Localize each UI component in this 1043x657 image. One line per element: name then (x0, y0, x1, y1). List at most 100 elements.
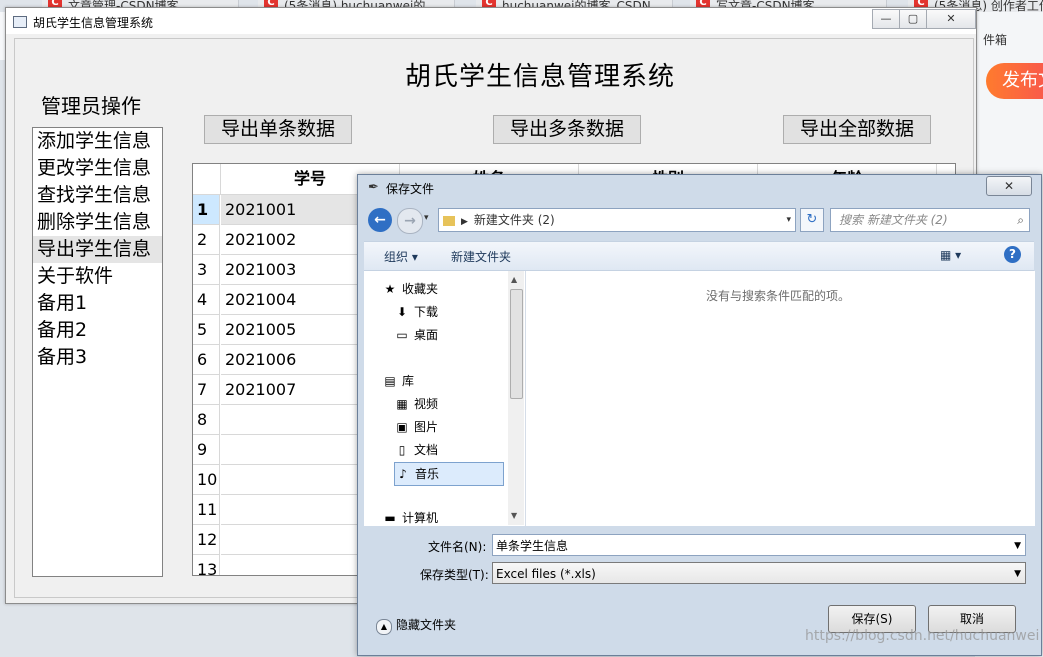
menu-item-add[interactable]: 添加学生信息 (33, 128, 162, 155)
nav-item-icon: ♪ (399, 467, 407, 481)
maximize-icon: ▢ (907, 12, 919, 25)
maximize-button[interactable]: ▢ (899, 9, 927, 29)
search-placeholder: 搜索 新建文件夹 (2) (839, 213, 948, 227)
nav-item-icon: ▦ (396, 397, 408, 411)
refresh-button[interactable]: ↻ (800, 208, 824, 232)
close-icon: ✕ (946, 12, 956, 25)
nav-item-3[interactable]: ▤ 库 (382, 370, 502, 392)
table-corner[interactable] (193, 164, 221, 195)
chevron-right-icon: ▶ (461, 217, 468, 227)
filetype-select[interactable]: Excel files (*.xls) ▼ (492, 562, 1026, 584)
nav-item-icon: ★ (384, 282, 396, 296)
scroll-up-icon[interactable]: ▲ (511, 275, 517, 284)
view-options-icon[interactable]: ▦ ▾ (940, 248, 961, 262)
search-input[interactable]: 搜索 新建文件夹 (2) ⌕ (830, 208, 1030, 232)
dialog-toolbar: 组织 ▾ 新建文件夹 ▦ ▾ ? (364, 241, 1034, 271)
nav-item-label: 图片 (414, 420, 439, 434)
nav-item-label: 计算机 (402, 511, 439, 525)
nav-item-label: 文档 (414, 443, 439, 457)
row-header[interactable]: 10 (193, 465, 220, 495)
save-file-dialog: ✒ 保存文件 ✕ ← → ▾ ▶ 新建文件夹 (2) ▾ ↻ 搜索 新建文件夹 (… (357, 174, 1042, 656)
nav-item-label: 收藏夹 (402, 282, 439, 296)
nav-item-label: 视频 (414, 397, 439, 411)
empty-message: 没有与搜索条件匹配的项。 (706, 289, 851, 303)
row-header[interactable]: 11 (193, 495, 220, 525)
nav-item-4[interactable]: ▦ 视频 (394, 393, 502, 415)
help-icon[interactable]: ? (1004, 246, 1021, 263)
row-header[interactable]: 6 (193, 345, 220, 375)
row-header[interactable]: 9 (193, 435, 220, 465)
publish-button[interactable]: 发布文 (986, 63, 1043, 99)
filename-label: 文件名(N): (428, 540, 487, 554)
nav-item-8[interactable]: ▬ 计算机 (382, 507, 502, 529)
arrow-left-icon: ← (374, 212, 386, 228)
filetype-value: Excel files (*.xls) (496, 567, 596, 581)
scroll-down-icon[interactable]: ▼ (511, 511, 517, 520)
nav-scrollbar[interactable]: ▲ ▼ (508, 271, 524, 525)
search-icon: ⌕ (1017, 213, 1024, 227)
chevron-down-icon[interactable]: ▼ (1014, 535, 1021, 557)
chevron-down-icon[interactable]: ▼ (1014, 563, 1021, 585)
admin-label: 管理员操作 (41, 94, 141, 118)
minimize-icon: — (880, 12, 892, 25)
admin-menu-list[interactable]: 添加学生信息 更改学生信息 查找学生信息 删除学生信息 导出学生信息 关于软件 … (32, 127, 163, 577)
organize-button[interactable]: 组织 ▾ (384, 248, 418, 265)
menu-item-export[interactable]: 导出学生信息 (33, 236, 162, 263)
folder-icon (443, 215, 455, 226)
history-dropdown-icon[interactable]: ▾ (424, 213, 429, 223)
row-header[interactable]: 7 (193, 375, 220, 405)
row-header[interactable]: 8 (193, 405, 220, 435)
menu-item-delete[interactable]: 删除学生信息 (33, 209, 162, 236)
new-folder-button[interactable]: 新建文件夹 (451, 248, 511, 265)
menu-item-spare-3[interactable]: 备用3 (33, 344, 162, 371)
forward-button[interactable]: → (397, 208, 423, 234)
export-single-button[interactable]: 导出单条数据 (204, 115, 352, 144)
close-icon: ✕ (1003, 179, 1015, 193)
back-button[interactable]: ← (368, 208, 392, 232)
nav-item-icon: ⬇ (396, 305, 408, 319)
row-header[interactable]: 12 (193, 525, 220, 555)
filename-field[interactable]: 单条学生信息 ▼ (492, 534, 1026, 556)
nav-item-label: 库 (402, 374, 415, 388)
chevron-up-icon: ▲ (376, 619, 392, 635)
menu-item-update[interactable]: 更改学生信息 (33, 155, 162, 182)
nav-item-5[interactable]: ▣ 图片 (394, 416, 502, 438)
nav-item-1[interactable]: ⬇ 下载 (394, 301, 502, 323)
row-header[interactable]: 3 (193, 255, 220, 285)
row-header[interactable]: 13 (193, 555, 220, 575)
refresh-icon: ↻ (806, 212, 818, 227)
nav-item-2[interactable]: ▭ 桌面 (394, 324, 502, 346)
menu-item-spare-2[interactable]: 备用2 (33, 317, 162, 344)
nav-item-icon: ▬ (384, 511, 396, 525)
nav-item-7[interactable]: ♪ 音乐 (394, 462, 504, 486)
nav-item-icon: ▭ (396, 328, 408, 342)
nav-item-6[interactable]: ▯ 文档 (394, 439, 502, 461)
row-header[interactable]: 2 (193, 225, 220, 255)
export-all-button[interactable]: 导出全部数据 (783, 115, 931, 144)
export-multi-button[interactable]: 导出多条数据 (493, 115, 641, 144)
navigation-pane[interactable]: ★ 收藏夹 ⬇ 下载 ▭ 桌面 ▤ 库 ▦ 视频 ▣ 图片 ▯ 文档 ♪ 音乐 ▬ 计算机 (364, 271, 526, 526)
file-list-area[interactable]: 没有与搜索条件匹配的项。 (526, 271, 1035, 526)
address-bar[interactable]: ▶ 新建文件夹 (2) ▾ (438, 208, 796, 232)
nav-item-0[interactable]: ★ 收藏夹 (382, 278, 502, 300)
nav-item-icon: ▤ (384, 374, 396, 388)
feather-icon: ✒ (368, 180, 379, 195)
menu-item-about[interactable]: 关于软件 (33, 263, 162, 290)
row-header[interactable]: 5 (193, 315, 220, 345)
chevron-down-icon[interactable]: ▾ (786, 209, 791, 231)
close-button[interactable]: ✕ (926, 9, 976, 29)
dialog-close-button[interactable]: ✕ (986, 176, 1032, 196)
minimize-button[interactable]: — (872, 9, 900, 29)
mailbox-label[interactable]: 件箱 (983, 31, 1007, 48)
row-header[interactable]: 1 (193, 195, 220, 225)
menu-item-find[interactable]: 查找学生信息 (33, 182, 162, 209)
nav-item-icon: ▯ (398, 443, 406, 457)
arrow-right-icon: → (404, 213, 416, 229)
hide-folders-toggle[interactable]: ▲ 隐藏文件夹 (376, 616, 456, 635)
menu-item-spare-1[interactable]: 备用1 (33, 290, 162, 317)
title-bar: 胡氏学生信息管理系统 — ▢ ✕ (6, 8, 976, 34)
row-header[interactable]: 4 (193, 285, 220, 315)
scroll-thumb[interactable] (510, 289, 523, 399)
filename-value: 单条学生信息 (496, 539, 569, 553)
nav-item-label: 音乐 (415, 467, 440, 481)
